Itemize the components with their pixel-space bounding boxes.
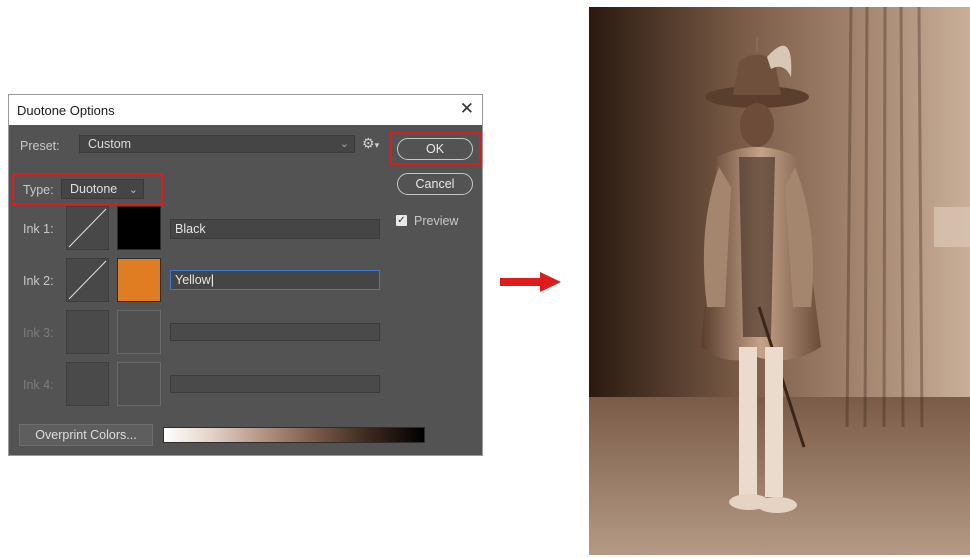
preset-value: Custom — [88, 137, 132, 151]
close-icon[interactable]: ✕ — [460, 100, 474, 117]
duotone-result-photo — [589, 7, 970, 555]
cancel-button[interactable]: Cancel — [397, 173, 473, 195]
preview-checkbox[interactable]: ✓ — [396, 215, 407, 226]
ink-1-name-field[interactable]: Black — [170, 219, 380, 239]
chevron-down-icon: ⌄ — [339, 138, 349, 150]
preset-label: Preset: — [20, 139, 60, 153]
ink-2-name-field[interactable]: Yellow| — [170, 270, 380, 290]
ink-2-color-swatch[interactable] — [117, 258, 161, 302]
ink-4-curve-button — [66, 362, 109, 406]
ink-4-name-field — [170, 375, 380, 393]
ink-4-color-swatch — [117, 362, 161, 406]
duotone-gradient-bar — [163, 427, 425, 443]
ink-3-label: Ink 3: — [23, 326, 54, 340]
gear-icon[interactable]: ⚙▾ — [362, 136, 379, 152]
preset-select[interactable]: Custom ⌄ — [79, 135, 355, 153]
ink-2-curve-button[interactable] — [66, 258, 109, 302]
ink-3-curve-button — [66, 310, 109, 354]
ink-1-curve-button[interactable] — [66, 206, 109, 250]
right-arrow-icon — [500, 272, 561, 292]
text-cursor: | — [210, 273, 214, 287]
ink-1-color-swatch[interactable] — [117, 206, 161, 250]
ink-1-label: Ink 1: — [23, 222, 54, 236]
type-highlight-box — [12, 173, 163, 205]
curve-line-icon — [68, 260, 107, 300]
ink-3-name-field — [170, 323, 380, 341]
dialog-title: Duotone Options — [17, 103, 115, 118]
ink-3-color-swatch — [117, 310, 161, 354]
duotone-options-dialog: Duotone Options ✕ Preset: Custom ⌄ ⚙▾ OK… — [8, 94, 483, 456]
ink-2-label: Ink 2: — [23, 274, 54, 288]
ink-4-label: Ink 4: — [23, 378, 54, 392]
curve-line-icon — [68, 208, 107, 248]
dialog-titlebar: Duotone Options ✕ — [9, 95, 482, 125]
ink-2-name-value: Yellow — [175, 273, 211, 287]
ok-highlight-box — [390, 132, 481, 165]
checkmark-icon: ✓ — [397, 215, 406, 226]
preview-label: Preview — [414, 214, 459, 228]
overprint-colors-button[interactable]: Overprint Colors... — [19, 424, 153, 446]
